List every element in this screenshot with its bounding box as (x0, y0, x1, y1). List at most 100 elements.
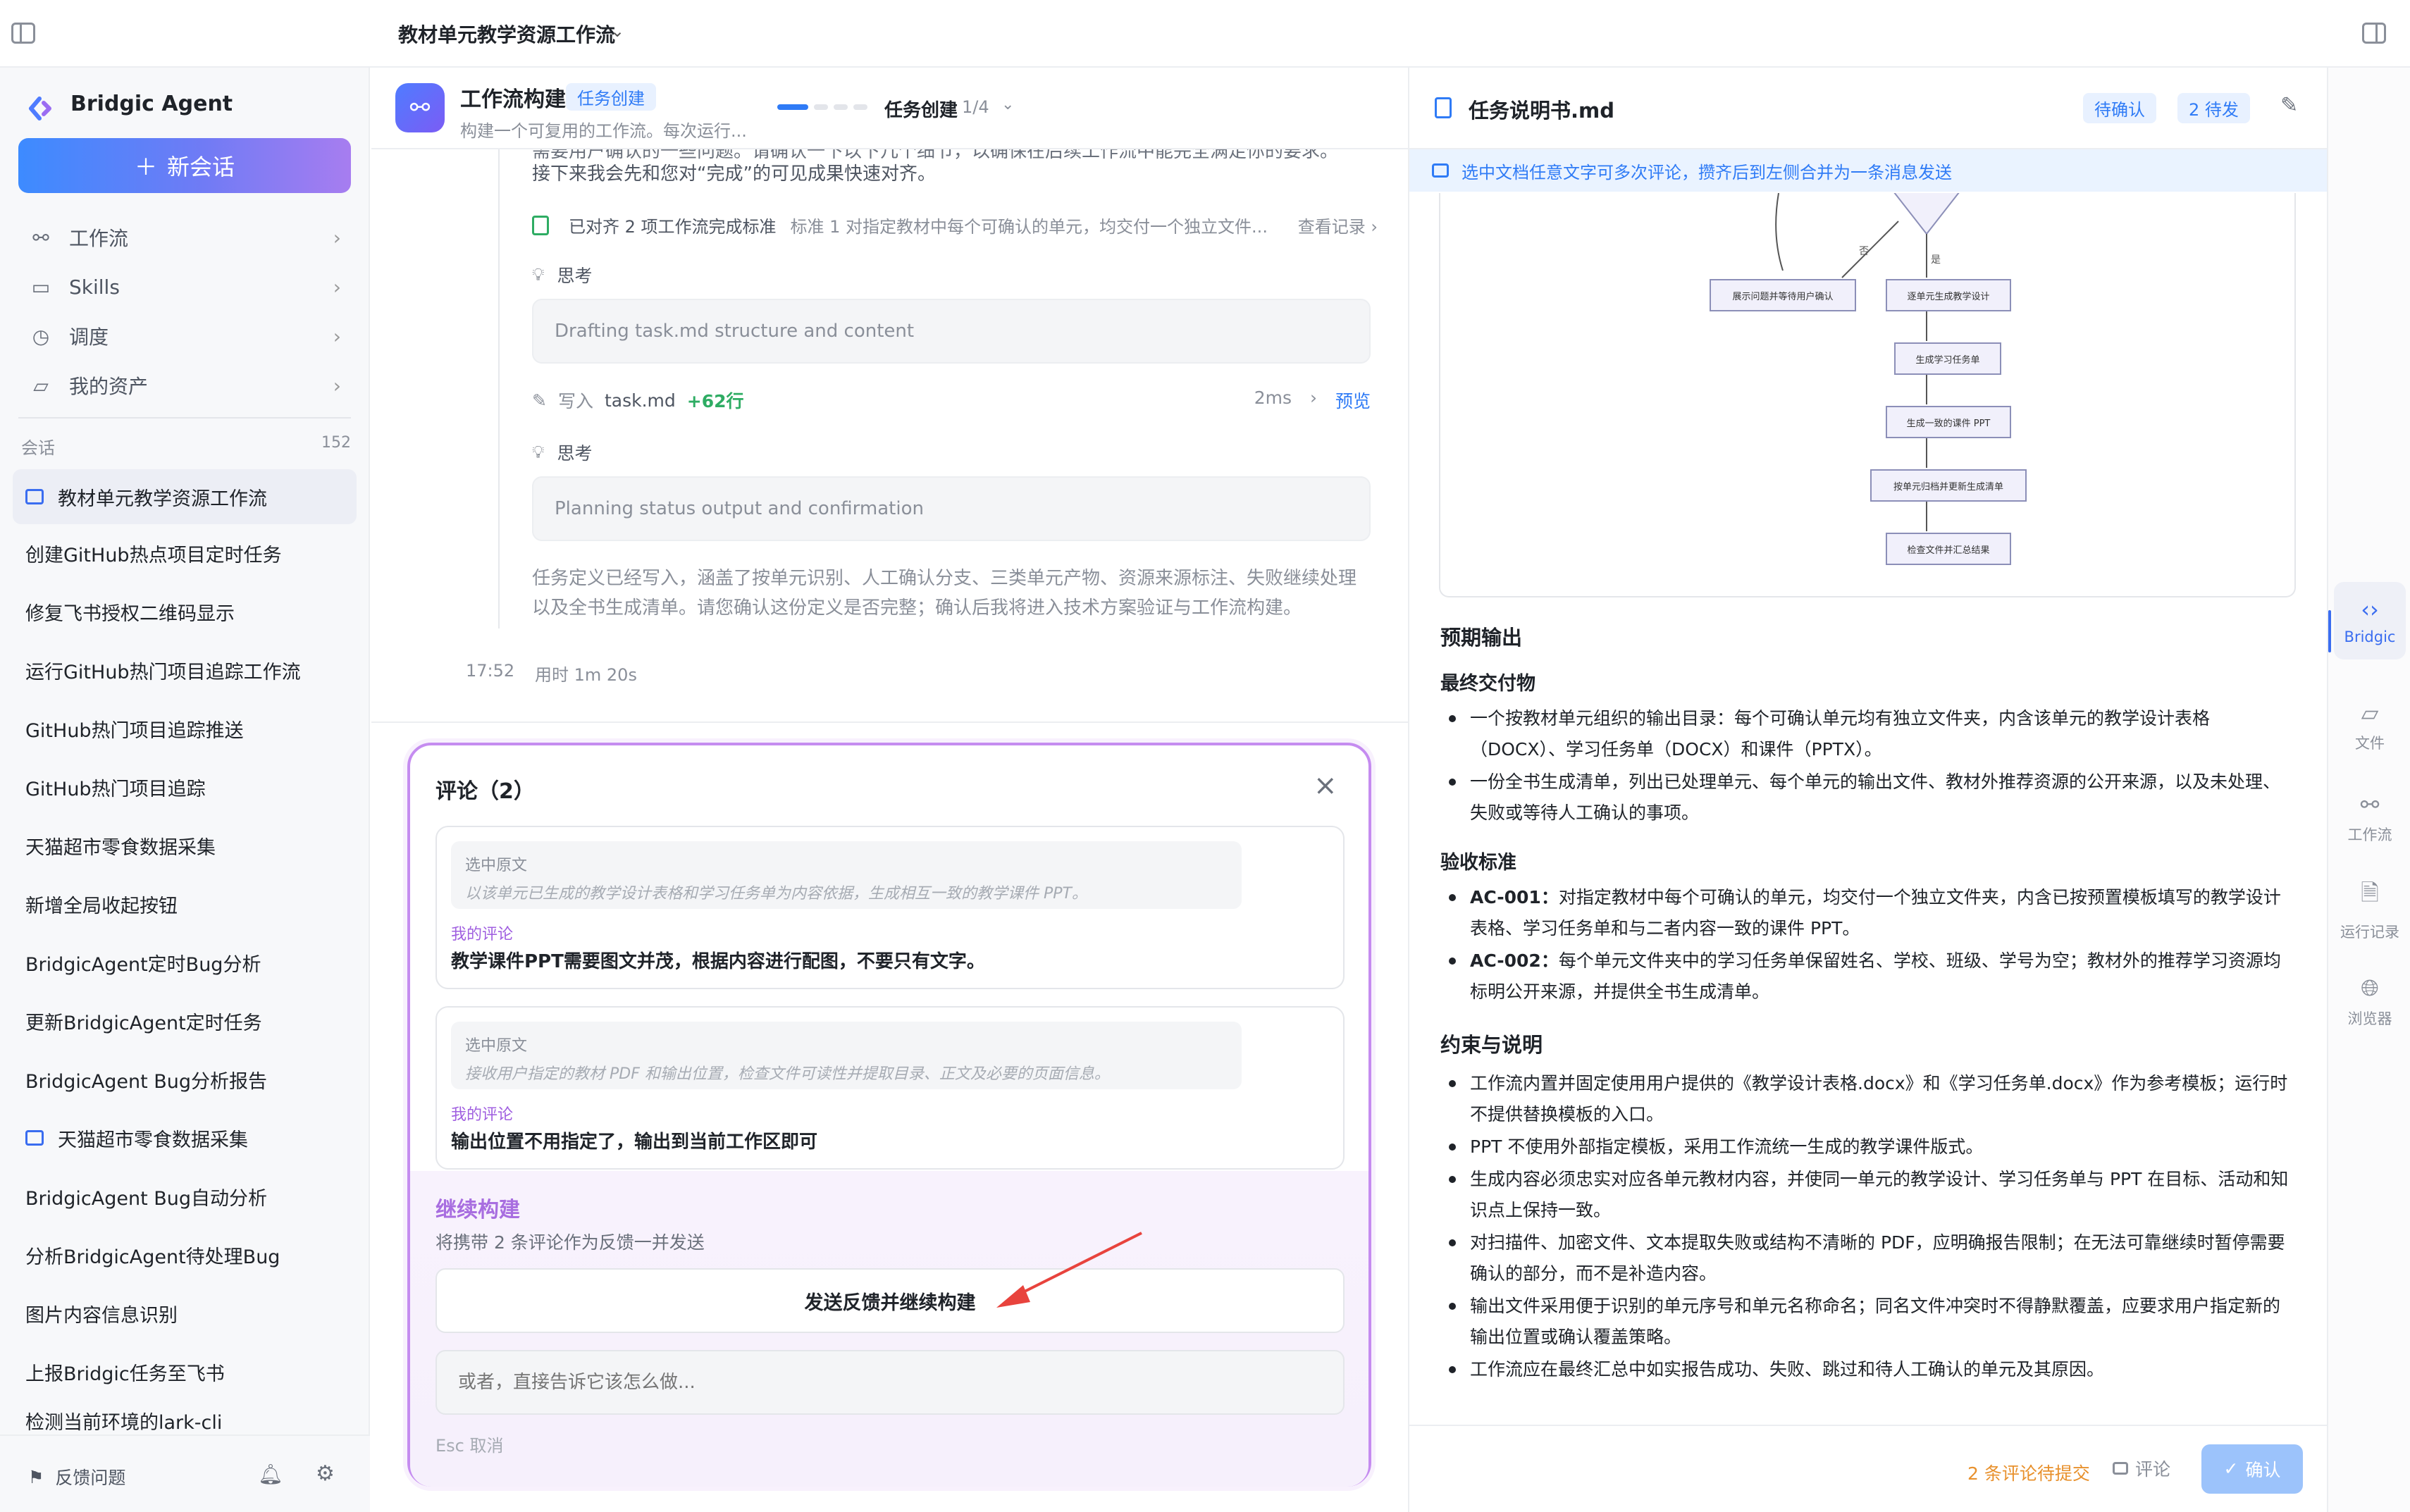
rail-item-files[interactable]: ▱ 文件 (2334, 688, 2406, 765)
plus-icon: ＋ (134, 154, 157, 180)
edit-icon[interactable]: ✎ (2280, 93, 2298, 118)
comment-card: 评论（2） × 选中原文 以该单元已生成的教学设计表格和学习任务单为内容依据，生… (407, 743, 1371, 1487)
conversation-item[interactable]: 天猫超市零食数据采集 (13, 818, 357, 873)
gear-icon[interactable]: ⚙ (316, 1461, 335, 1486)
preview-link[interactable]: 预览 (1335, 388, 1371, 413)
annotation-arrow-icon (996, 1232, 1142, 1308)
conversation-item[interactable]: BridgicAgent Bug自动分析 (13, 1169, 357, 1224)
sidebar-footer: ⚑ 反馈问题 🔔︎ ⚙ (0, 1434, 370, 1512)
assistant-text: 任务定义已经写入，涵盖了按单元识别、人工确认分支、三类单元产物、资源来源标注、失… (532, 568, 1357, 589)
conversation-item[interactable]: GitHub热门项目追踪 (13, 760, 357, 814)
globe-icon: 🌐︎ (2361, 974, 2379, 1001)
sidebar-item-assets[interactable]: ▱ 我的资产 › (18, 364, 351, 407)
toggle-right-panel-icon[interactable] (2362, 23, 2386, 44)
comment-card-title: 评论（2） (435, 779, 535, 804)
folder-icon: ▱ (2361, 700, 2379, 726)
alignment-result-row[interactable]: 已对齐 2 项工作流完成标准 标准 1 对指定教材中每个可确认的单元，均交付一个… (532, 213, 1378, 237)
workflow-stage-tag: 任务创建 (566, 83, 656, 111)
doc-check-icon (532, 215, 549, 235)
esc-hint: Esc 取消 (435, 1436, 504, 1456)
document-filename: 任务说明书.md (1469, 99, 1614, 123)
assistant-text: 接下来我会先和您对“完成”的可见成果快速对齐。 (532, 163, 936, 185)
flow-node: 展示问题并等待用户确认 (1710, 279, 1856, 311)
list-item: 一个按教材单元组织的输出目录：每个可确认单元均有独立文件夹，内含该单元的教学设计… (1440, 703, 2293, 765)
chat-header: ⚯ 工作流构建 任务创建 构建一个可复用的工作流。每次运行... 任务创建 1/… (371, 68, 1408, 149)
write-lines: +62行 (686, 391, 744, 411)
thinking-box[interactable]: Drafting task.md structure and content (532, 299, 1371, 364)
conversation-item[interactable]: 更新BridgicAgent定时任务 (13, 993, 357, 1048)
bell-icon[interactable]: 🔔︎ (258, 1463, 283, 1486)
conversation-label: 天猫超市零食数据采集 (58, 1129, 248, 1151)
conversation-label: 新增全局收起按钮 (25, 895, 178, 917)
brand-name: Bridgic Agent (70, 92, 233, 116)
close-icon[interactable]: × (1314, 769, 1337, 802)
progress-step (834, 104, 848, 110)
conversation-item[interactable]: GitHub热门项目追踪推送 (13, 701, 357, 756)
pending-comments-count[interactable]: 2 条评论待提交 (1967, 1460, 2090, 1485)
acceptance-id: AC-001： (1470, 887, 1559, 907)
thinking-label: 💡︎ 思考 (532, 440, 593, 465)
comment-icon (1432, 163, 1449, 178)
conversation-item[interactable]: 运行GitHub热门项目追踪工作流 (13, 643, 357, 698)
toggle-sidebar-icon[interactable] (11, 23, 35, 44)
sidebar-item-workflow[interactable]: ⚯ 工作流 › (18, 216, 351, 259)
list-item: 对扫描件、加密文件、文本提取失败或结构不清晰的 PDF，应明确报告限制；在无法可… (1440, 1227, 2293, 1289)
conversation-item[interactable]: 新增全局收起按钮 (13, 876, 357, 931)
comment-item[interactable]: 选中原文 接收用户指定的教材 PDF 和输出位置，检查文件可读性并提取目录、正文… (435, 1006, 1345, 1170)
conversation-item[interactable]: 天猫超市零食数据采集 (13, 1110, 357, 1165)
doc-check-icon: 🗎︎ (2361, 879, 2379, 906)
rail-active-indicator (2328, 610, 2331, 652)
conversation-item[interactable]: 修复飞书授权二维码显示 (13, 584, 357, 639)
list-item: PPT 不使用外部指定模板，采用工作流统一生成的教学课件版式。 (1440, 1132, 2293, 1163)
comment-icon (2113, 1462, 2128, 1475)
thinking-box[interactable]: Planning status output and confirmation (532, 476, 1371, 541)
comment-item[interactable]: 选中原文 以该单元已生成的教学设计表格和学习任务单为内容依据，生成相互一致的教学… (435, 826, 1345, 989)
comment-button[interactable]: 评论 (2113, 1456, 2170, 1481)
send-feedback-button[interactable]: 发送反馈并继续构建 (435, 1268, 1345, 1333)
direct-instruction-input[interactable] (435, 1350, 1345, 1415)
subheading-deliverables: 最终交付物 (1440, 673, 1535, 695)
document-panel: 任务说明书.md 待确认 2 待发 ✎ 选中文档任意文字可多次评论，攒齐后到左侧… (1408, 68, 2328, 1512)
feedback-link[interactable]: ⚑ 反馈问题 (28, 1464, 125, 1489)
chevron-down-icon[interactable]: ⌄ (1001, 96, 1014, 113)
flow-node: 检查文件并汇总结果 (1886, 533, 2011, 565)
alignment-detail: 标准 1 对指定教材中每个可确认的单元，均交付一个独立文件... (790, 217, 1268, 237)
rail-item-label: 运行记录 (2340, 924, 2399, 941)
conversation-item[interactable]: 检测当前环境的lark-cli (13, 1403, 357, 1434)
conversation-item[interactable]: 上报Bridgic任务至飞书 (13, 1344, 357, 1399)
chevron-right-icon[interactable]: › (1310, 388, 1317, 413)
sidebar-item-schedule[interactable]: ◷ 调度 › (18, 314, 351, 358)
top-bar: 教材单元教学资源工作流 ⌄ (0, 0, 2410, 68)
rail-item-run-history[interactable]: 🗎︎ 运行记录 (2334, 871, 2406, 948)
alignment-title: 已对齐 2 项工作流完成标准 (569, 217, 777, 237)
stage-count: 1/4 (962, 97, 989, 117)
rail-item-workflow[interactable]: ⚯ 工作流 (2334, 779, 2406, 857)
conversation-item[interactable]: 分析BridgicAgent待处理Bug (13, 1227, 357, 1282)
confirm-button[interactable]: ✓ 确认 (2201, 1444, 2303, 1494)
conversation-title[interactable]: 教材单元教学资源工作流 (398, 20, 615, 48)
conversation-label: 图片内容信息识别 (25, 1304, 178, 1327)
rail-item-browser[interactable]: 🌐︎ 浏览器 (2334, 962, 2406, 1040)
new-chat-button[interactable]: ＋ 新会话 (18, 138, 351, 193)
conversation-item[interactable]: BridgicAgent定时Bug分析 (13, 935, 357, 990)
conversation-item-active[interactable]: 教材单元教学资源工作流 (13, 469, 357, 524)
chevron-down-icon[interactable]: ⌄ (610, 21, 624, 41)
flow-node: 按单元归档并更新生成清单 (1870, 469, 2027, 502)
write-meta: 2ms › 预览 (1254, 388, 1371, 413)
lightbulb-icon: 💡︎ (532, 264, 545, 285)
quote-text: 以该单元已生成的教学设计表格和学习任务单为内容依据，生成相互一致的教学课件 PP… (465, 885, 1087, 903)
clock-icon: ◷ (32, 324, 50, 348)
conversation-item[interactable]: 创建GitHub热点项目定时任务 (13, 526, 357, 581)
rail-item-bridgic[interactable]: ‹› Bridgic (2334, 582, 2406, 659)
my-comment-text: 输出位置不用指定了，输出到当前工作区即可 (451, 1132, 818, 1153)
conversations-count: 152 (321, 434, 351, 452)
sidebar-item-skills[interactable]: ▭ Skills › (18, 265, 351, 309)
stage-label[interactable]: 任务创建 (884, 96, 958, 122)
conversation-label: GitHub热门项目追踪推送 (25, 719, 244, 742)
conversation-item[interactable]: BridgicAgent Bug分析报告 (13, 1052, 357, 1107)
quote-box: 选中原文 接收用户指定的教材 PDF 和输出位置，检查文件可读性并提取目录、正文… (451, 1022, 1242, 1089)
message-duration: 用时 1m 20s (535, 665, 637, 685)
view-record-link[interactable]: 查看记录 › (1298, 213, 1378, 237)
comment-tip-banner: 选中文档任意文字可多次评论，攒齐后到左侧合并为一条消息发送 (1409, 149, 2328, 192)
conversation-item[interactable]: 图片内容信息识别 (13, 1286, 357, 1341)
